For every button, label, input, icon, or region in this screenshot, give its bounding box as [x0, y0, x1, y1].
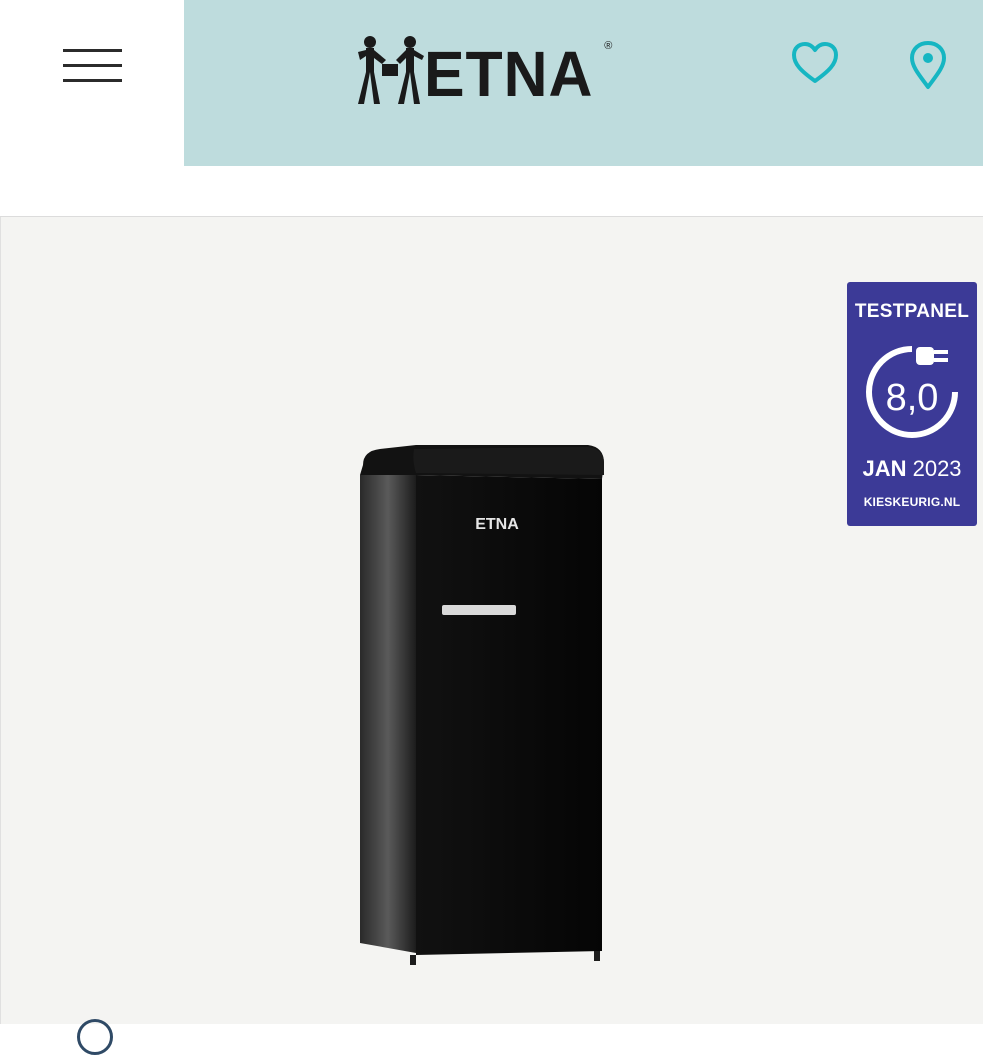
badge-year: 2023 [912, 456, 962, 481]
badge-score: 8,0 [885, 377, 939, 419]
badge-date: JAN 2023 [847, 456, 977, 482]
badge-month: JAN [862, 456, 907, 481]
header-bar: ETNA ® [184, 0, 983, 166]
product-brand-label: ETNA [475, 516, 519, 533]
badge-title: TESTPANEL [854, 301, 970, 322]
product-gallery[interactable]: ETNA TESTPANEL 8,0 JAN 2023 KIESKEURIG.N… [0, 217, 983, 1055]
brand-logo[interactable]: ETNA ® [358, 30, 612, 106]
registered-mark: ® [604, 40, 613, 52]
heart-icon[interactable] [791, 40, 839, 88]
location-pin-icon[interactable] [908, 40, 948, 90]
badge-site: KIESKEURIG.NL [863, 495, 961, 509]
testpanel-badge[interactable]: TESTPANEL 8,0 JAN 2023 KIESKEURIG.NL [847, 282, 977, 526]
menu-zone [0, 0, 184, 166]
product-image[interactable]: ETNA [358, 445, 606, 975]
menu-icon[interactable] [63, 49, 122, 85]
next-section-icon[interactable] [77, 1019, 113, 1055]
brand-wordmark: ETNA [424, 38, 594, 110]
logo-figures-icon [358, 36, 424, 104]
